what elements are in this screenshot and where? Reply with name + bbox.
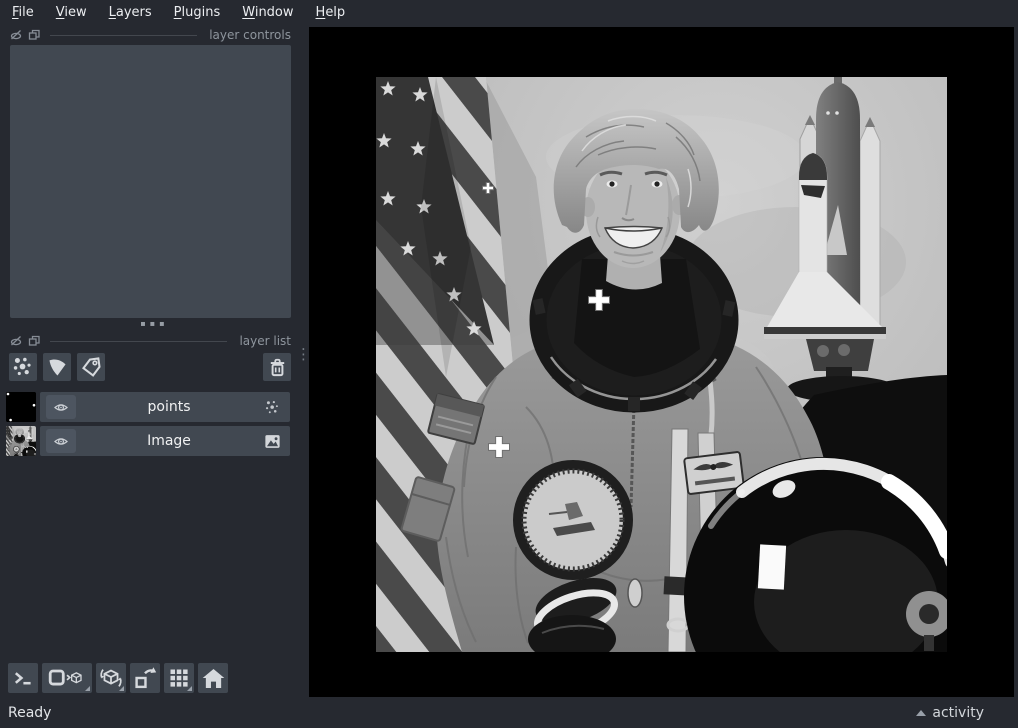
main-area: layer controls ▪▪▪ layer list ⋮ points Im… <box>0 24 1018 697</box>
status-message: Ready <box>8 704 52 721</box>
transpose-dimensions-button[interactable] <box>130 663 160 693</box>
popup-indicator <box>119 686 124 691</box>
dock-hide-icon[interactable] <box>10 335 22 347</box>
layer-row-points[interactable]: points <box>40 392 290 422</box>
new-shapes-layer-button[interactable] <box>43 353 71 381</box>
dock-float-icon[interactable] <box>28 335 40 347</box>
dock-header-rule <box>50 34 198 36</box>
layer-list-title: layer list <box>239 334 291 348</box>
layer-entry-points: points <box>6 392 290 422</box>
visibility-toggle[interactable] <box>46 429 76 453</box>
layer-name[interactable]: points <box>76 399 262 415</box>
new-points-layer-button[interactable] <box>9 353 37 381</box>
layer-row-Image[interactable]: Image <box>40 426 290 456</box>
menu-layers[interactable]: Layers <box>98 2 163 23</box>
layer-name[interactable]: Image <box>76 433 262 449</box>
chevron-up-icon <box>916 709 927 716</box>
canvas[interactable] <box>309 27 1014 697</box>
layer-controls-title: layer controls <box>209 28 291 42</box>
popup-indicator <box>187 686 192 691</box>
points-layer-thumbnail <box>6 392 36 422</box>
menu-window[interactable]: Window <box>231 2 304 23</box>
image-layer-type-icon <box>262 431 282 451</box>
layer-controls-panel <box>10 45 291 318</box>
layer-list: points Image <box>6 392 290 460</box>
grid-view-button[interactable] <box>164 663 194 693</box>
menu-file[interactable]: File <box>1 2 45 23</box>
console-button[interactable] <box>8 663 38 693</box>
roll-dimensions-button[interactable] <box>96 663 126 693</box>
dock-hide-icon[interactable] <box>10 29 22 41</box>
delete-layer-button[interactable] <box>263 353 291 381</box>
napari-window: File View Layers Plugins Window Help layer co… <box>0 0 1018 728</box>
image-layer-thumbnail <box>6 426 36 456</box>
dock-float-icon[interactable] <box>28 29 40 41</box>
viewer-toolbar <box>8 663 228 693</box>
layer-list-dock-header[interactable]: layer list <box>10 334 291 348</box>
layer-controls-dock-header[interactable]: layer controls <box>10 28 291 42</box>
status-bar: Ready activity <box>0 697 1018 728</box>
home-button[interactable] <box>198 663 228 693</box>
layer-entry-Image: Image <box>6 426 290 456</box>
points-layer-type-icon <box>262 397 282 417</box>
layer-list-toolbar <box>9 353 291 381</box>
new-labels-layer-button[interactable] <box>77 353 105 381</box>
image-layer-render <box>376 77 947 652</box>
menu-plugins[interactable]: Plugins <box>163 2 232 23</box>
sidebar: layer controls ▪▪▪ layer list ⋮ points Im… <box>0 24 311 697</box>
dock-header-rule <box>50 340 228 342</box>
ndisplay-toggle-button[interactable] <box>42 663 92 693</box>
menu-help[interactable]: Help <box>305 2 357 23</box>
activity-button[interactable]: activity <box>916 705 984 721</box>
menu-bar: File View Layers Plugins Window Help <box>0 0 1018 24</box>
dock-resize-handle-horizontal[interactable]: ▪▪▪ <box>0 319 309 328</box>
visibility-toggle[interactable] <box>46 395 76 419</box>
popup-indicator <box>85 686 90 691</box>
menu-view[interactable]: View <box>45 2 98 23</box>
activity-label: activity <box>932 704 984 721</box>
